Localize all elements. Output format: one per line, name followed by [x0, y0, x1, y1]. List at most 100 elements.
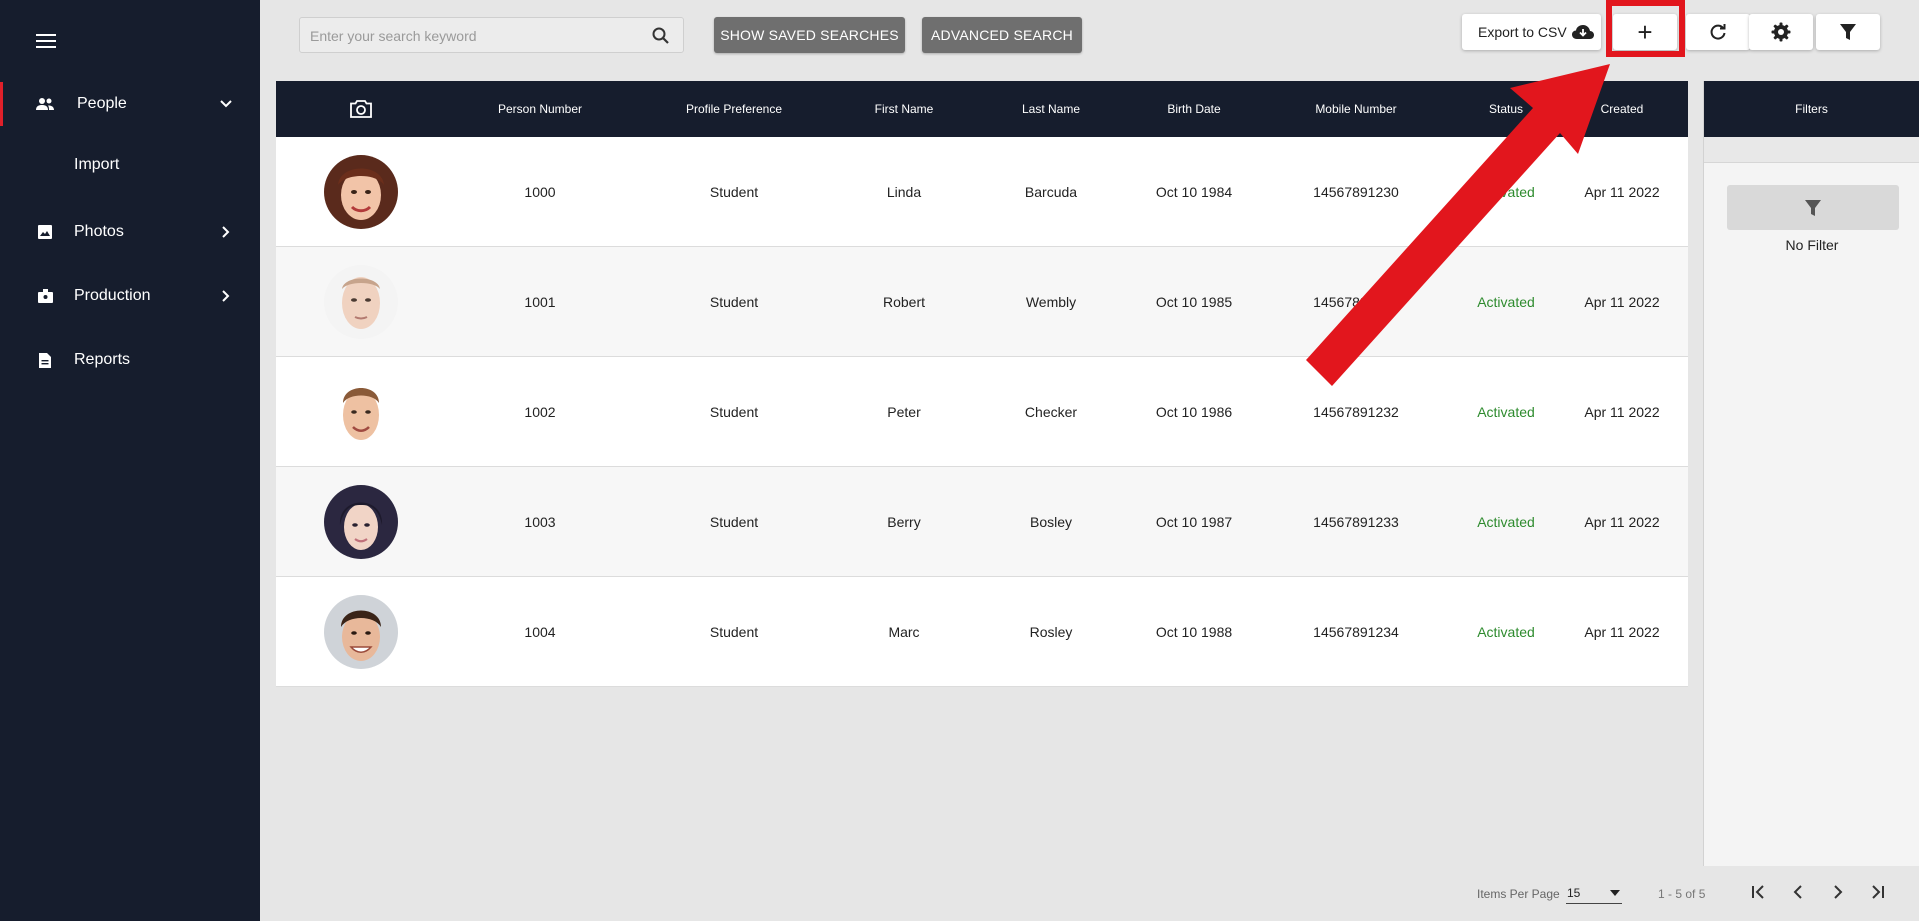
- first-name-cell: Linda: [886, 184, 922, 200]
- refresh-icon: [1709, 23, 1727, 41]
- chevron-right-icon: [218, 224, 234, 240]
- column-header[interactable]: Profile Preference: [634, 81, 834, 137]
- table-row[interactable]: 1003 Student Berry Bosley Oct 10 1987 14…: [276, 467, 1688, 577]
- filters-title: Filters: [1704, 81, 1919, 137]
- first-name-cell: Peter: [887, 404, 921, 420]
- avatar: [324, 595, 398, 669]
- items-per-page-value: 15: [1567, 886, 1581, 900]
- advanced-search-button[interactable]: ADVANCED SEARCH: [922, 17, 1082, 53]
- table-row[interactable]: 1001 Student Robert Wembly Oct 10 1985 1…: [276, 247, 1688, 357]
- next-page-button[interactable]: [1826, 880, 1850, 904]
- created-cell: Apr 11 2022: [1584, 294, 1660, 310]
- column-header[interactable]: Last Name: [974, 81, 1128, 137]
- sidebar-item-label: People: [77, 95, 127, 112]
- page-range-label: 1 - 5 of 5: [1658, 887, 1706, 901]
- filter-icon: [1839, 23, 1857, 41]
- last-name-cell: Barcuda: [1024, 184, 1078, 200]
- sidebar-item-label: Photos: [74, 223, 124, 240]
- search-input[interactable]: [310, 26, 630, 46]
- column-header[interactable]: Status: [1452, 81, 1560, 137]
- people-icon: [36, 95, 54, 113]
- mobile-cell: 14567891232: [1313, 404, 1399, 420]
- mobile-cell: 14567891234: [1313, 624, 1399, 640]
- last-name-cell: Rosley: [1029, 624, 1073, 640]
- filters-subbar: [1704, 137, 1919, 163]
- person-number-cell: 1004: [524, 624, 556, 640]
- birth-date-cell: Oct 10 1986: [1155, 404, 1233, 420]
- people-table: Person Number Profile Preference First N…: [276, 81, 1688, 687]
- sidebar-item-photos[interactable]: Photos: [0, 210, 260, 254]
- image-icon: [36, 223, 54, 241]
- avatar-cell: [276, 137, 446, 247]
- no-filter-label: No Filter: [1785, 237, 1839, 253]
- filter-button[interactable]: [1816, 14, 1880, 50]
- person-number-cell: 1002: [524, 404, 556, 420]
- sidebar-item-reports[interactable]: Reports: [0, 338, 260, 382]
- refresh-button[interactable]: [1686, 14, 1750, 50]
- column-header[interactable]: First Name: [834, 81, 974, 137]
- table-header: Person Number Profile Preference First N…: [276, 81, 1688, 137]
- last-page-button[interactable]: [1866, 880, 1890, 904]
- profile-cell: Student: [709, 294, 759, 310]
- chevron-left-icon: [1789, 883, 1807, 901]
- filter-placeholder-button[interactable]: [1727, 185, 1899, 230]
- sidebar-item-label: Production: [74, 287, 151, 304]
- document-icon: [36, 351, 54, 369]
- table-row[interactable]: 1002 Student Peter Checker Oct 10 1986 1…: [276, 357, 1688, 467]
- birth-date-cell: Oct 10 1987: [1155, 514, 1233, 530]
- chevron-right-icon: [218, 288, 234, 304]
- chevron-down-icon: [218, 96, 234, 112]
- export-csv-button[interactable]: Export to CSV: [1462, 14, 1601, 50]
- column-header[interactable]: Birth Date: [1128, 81, 1260, 137]
- avatar-cell: [276, 467, 446, 577]
- sidebar-item-production[interactable]: Production: [0, 274, 260, 318]
- mobile-cell: 14567891231: [1313, 294, 1399, 310]
- table-row[interactable]: 1000 Student Linda Barcuda Oct 10 1984 1…: [276, 137, 1688, 247]
- column-header[interactable]: Person Number: [446, 81, 634, 137]
- chevron-right-icon: [1829, 883, 1847, 901]
- column-header[interactable]: Mobile Number: [1260, 81, 1452, 137]
- avatar: [324, 155, 398, 229]
- highlight-box: [1606, 0, 1685, 57]
- items-per-page-label: Items Per Page: [1477, 887, 1560, 901]
- first-name-cell: Berry: [887, 514, 921, 530]
- created-cell: Apr 11 2022: [1584, 514, 1660, 530]
- camera-icon: [276, 81, 446, 137]
- show-saved-searches-button[interactable]: SHOW SAVED SEARCHES: [714, 17, 905, 53]
- export-label: Export to CSV: [1478, 24, 1567, 40]
- created-cell: Apr 11 2022: [1584, 624, 1660, 640]
- table-row[interactable]: 1004 Student Marc Rosley Oct 10 1988 145…: [276, 577, 1688, 687]
- person-number-cell: 1001: [524, 294, 556, 310]
- mobile-cell: 14567891230: [1313, 184, 1399, 200]
- avatar-cell: [276, 577, 446, 687]
- person-number-cell: 1000: [524, 184, 556, 200]
- first-name-cell: Robert: [882, 294, 926, 310]
- previous-page-button[interactable]: [1786, 880, 1810, 904]
- first-name-cell: Marc: [888, 624, 920, 640]
- cloud-download-icon: [1571, 24, 1595, 40]
- first-page-button[interactable]: [1746, 880, 1770, 904]
- birth-date-cell: Oct 10 1984: [1155, 184, 1233, 200]
- caret-down-icon: [1610, 890, 1620, 896]
- created-cell: Apr 11 2022: [1584, 184, 1660, 200]
- last-name-cell: Wembly: [1025, 294, 1077, 310]
- filters-panel: Filters No Filter: [1703, 81, 1919, 866]
- avatar: [324, 265, 398, 339]
- birth-date-cell: Oct 10 1985: [1155, 294, 1233, 310]
- status-badge: Activated: [1477, 294, 1535, 310]
- status-badge: Activated: [1477, 514, 1535, 530]
- menu-icon[interactable]: [36, 34, 56, 50]
- sidebar: People Import Photos Production Reports: [0, 0, 260, 921]
- birth-date-cell: Oct 10 1988: [1155, 624, 1233, 640]
- status-badge: Activated: [1477, 624, 1535, 640]
- column-header[interactable]: Created: [1560, 81, 1684, 137]
- sidebar-item-people[interactable]: People: [0, 82, 260, 126]
- settings-button[interactable]: [1749, 14, 1813, 50]
- avatar-cell: [276, 247, 446, 357]
- status-badge: Activated: [1477, 404, 1535, 420]
- search-icon[interactable]: [651, 26, 671, 46]
- profile-cell: Student: [709, 624, 759, 640]
- last-name-cell: Bosley: [1029, 514, 1073, 530]
- items-per-page-select[interactable]: 15: [1566, 884, 1622, 904]
- sidebar-item-import[interactable]: Import: [74, 156, 119, 174]
